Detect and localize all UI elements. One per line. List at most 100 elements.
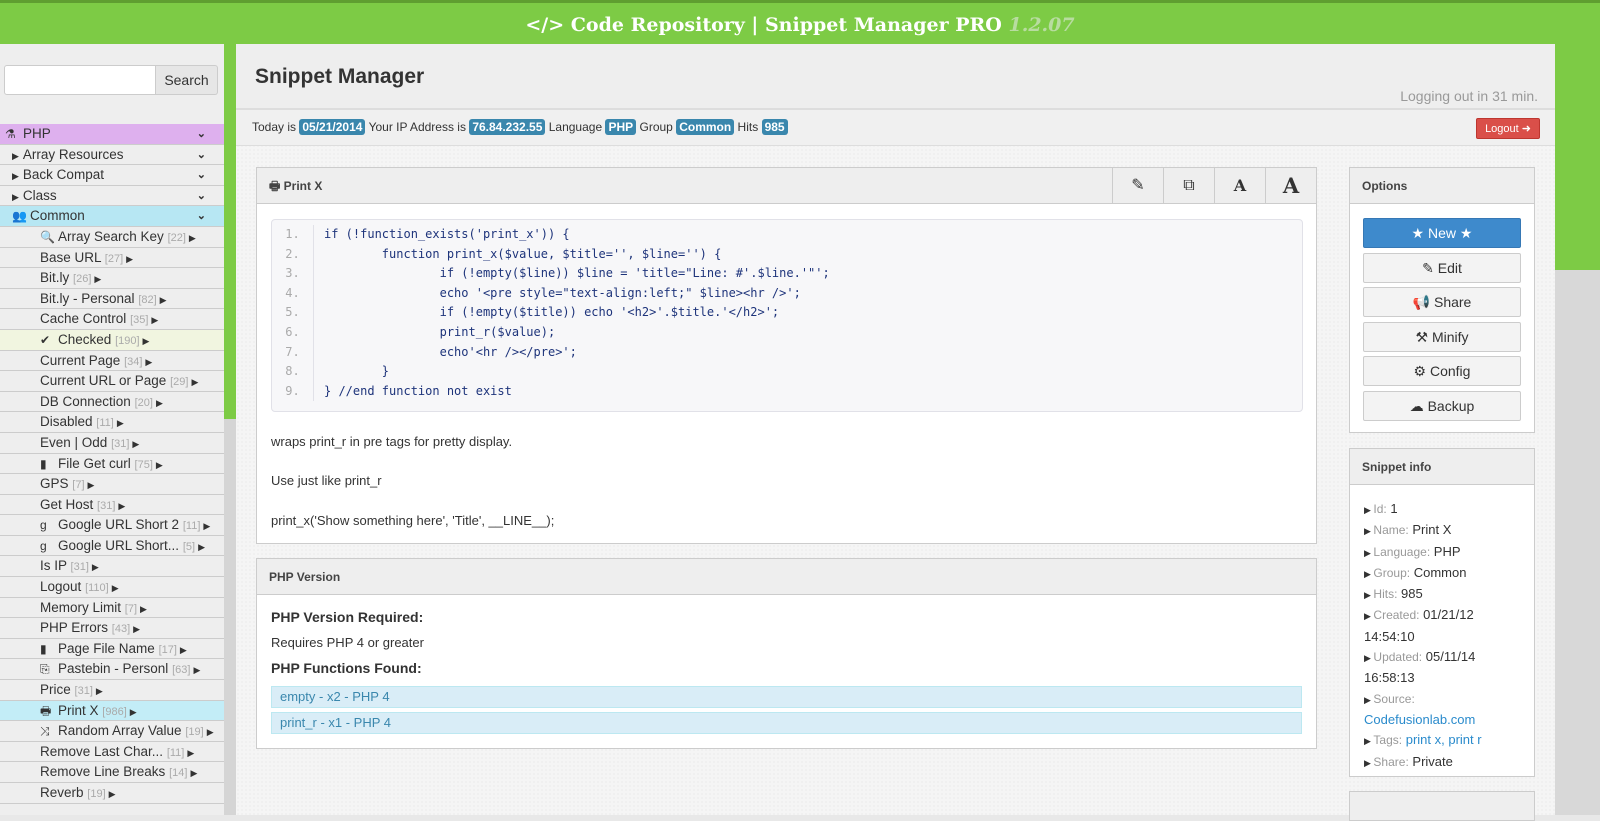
- info-key: Tags:: [1373, 733, 1403, 748]
- sidebar-item[interactable]: Even | Odd [31] ▶: [0, 432, 224, 454]
- sidebar-item[interactable]: Reverb [19] ▶: [0, 783, 224, 804]
- font-larger-icon[interactable]: A: [1265, 168, 1316, 204]
- sidebar-item[interactable]: GPS [7] ▶: [0, 474, 224, 495]
- search-button[interactable]: Search: [156, 65, 218, 95]
- sidebar-item[interactable]: Is IP [31] ▶: [0, 556, 224, 578]
- font-smaller-icon[interactable]: A: [1214, 168, 1265, 204]
- sidebar-item[interactable]: ⎘ Pastebin - Personl [63] ▶: [0, 659, 224, 681]
- option-button-config[interactable]: ⚙ Config: [1363, 356, 1521, 386]
- sidebar-item[interactable]: 🔍 Array Search Key [22] ▶: [0, 226, 224, 248]
- sidebar-item[interactable]: ✔ Checked [190] ▶: [0, 329, 224, 351]
- info-row: ▶ Language: PHP: [1364, 542, 1520, 563]
- edit-pencil-icon[interactable]: ✎: [1112, 168, 1163, 204]
- chevron-down-icon[interactable]: ⌄: [197, 165, 206, 185]
- option-button-backup[interactable]: ☁ Backup: [1363, 390, 1521, 421]
- caret-right-icon: ▶: [1364, 547, 1374, 558]
- panel-title: PHP Version: [257, 559, 1316, 595]
- option-button-edit[interactable]: ✎ Edit: [1363, 252, 1521, 283]
- sidebar-item[interactable]: Memory Limit [7] ▶: [0, 597, 224, 619]
- sidebar-item[interactable]: ▶ Array Resources ⌄: [0, 144, 224, 166]
- sidebar-item[interactable]: Bit.ly - Personal [82] ▶: [0, 288, 224, 310]
- sidebar-item-count: [11]: [182, 520, 201, 533]
- chevron-down-icon[interactable]: ⌄: [197, 145, 206, 165]
- sidebar-item-icon: ▮: [40, 641, 47, 656]
- sidebar-item[interactable]: Remove Line Breaks [14] ▶: [0, 762, 224, 783]
- copy-icon[interactable]: ⧉: [1163, 168, 1214, 204]
- info-row: ▶ Hits: 985: [1364, 584, 1520, 605]
- search-input[interactable]: [4, 65, 156, 95]
- sidebar-item[interactable]: Base URL [27] ▶: [0, 247, 224, 269]
- sidebar-item-count: [82]: [138, 293, 157, 306]
- chevron-down-icon[interactable]: ⌄: [197, 186, 206, 206]
- sidebar-item[interactable]: ▶ Back Compat ⌄: [0, 165, 224, 186]
- page-scrollbar[interactable]: [1555, 270, 1600, 815]
- date-badge: 05/21/2014: [299, 119, 366, 135]
- code-text: function print_x($value, $title='', $lin…: [324, 246, 722, 261]
- sidebar-item[interactable]: Logout [110] ▶: [0, 577, 224, 598]
- sidebar-item[interactable]: ▮ File Get curl [75] ▶: [0, 453, 224, 475]
- chevron-down-icon[interactable]: ⌄: [197, 124, 206, 144]
- option-button-new[interactable]: ★ New ★: [1363, 218, 1521, 248]
- sidebar-item-label: Checked: [58, 331, 112, 347]
- button-label: Share: [1433, 294, 1472, 310]
- sidebar-item-count: [75]: [134, 458, 153, 471]
- line-number: 7.: [272, 342, 314, 363]
- sidebar-item-icon: ▮: [40, 456, 47, 471]
- sidebar-item[interactable]: ▶ Class ⌄: [0, 185, 224, 207]
- caret-right-icon: ▶: [111, 583, 119, 594]
- sidebar-item[interactable]: DB Connection [20] ▶: [0, 391, 224, 413]
- share-icon: 📢: [1412, 294, 1434, 310]
- sidebar-item[interactable]: Get Host [31] ▶: [0, 494, 224, 516]
- sidebar-item[interactable]: ⚗ PHP ⌄: [0, 124, 224, 145]
- printer-icon: 🖶: [269, 179, 284, 193]
- label: Group: [639, 120, 673, 134]
- sidebar-item[interactable]: g Google URL Short... [5] ▶: [0, 535, 224, 557]
- sidebar-item[interactable]: g Google URL Short 2 [11] ▶: [0, 515, 224, 536]
- sidebar-item[interactable]: Current URL or Page [29] ▶: [0, 371, 224, 392]
- sidebar-item[interactable]: ▮ Page File Name [17] ▶: [0, 638, 224, 660]
- option-button-minify[interactable]: ⚒ Minify: [1363, 321, 1521, 352]
- info-row: ▶ Updated: 05/11/14 16:58:13: [1364, 647, 1520, 689]
- info-key: Group:: [1373, 565, 1411, 580]
- caret-right-icon: ▶: [1364, 526, 1374, 537]
- info-value[interactable]: Codefusionlab.com: [1364, 712, 1475, 727]
- caret-right-icon: ▶: [118, 500, 126, 511]
- info-value[interactable]: print x, print r: [1406, 732, 1482, 747]
- sidebar-item-label: Remove Line Breaks: [40, 764, 166, 780]
- info-key: Hits:: [1373, 587, 1398, 602]
- sidebar-item[interactable]: PHP Errors [43] ▶: [0, 618, 224, 639]
- sidebar-item[interactable]: Cache Control [35] ▶: [0, 309, 224, 330]
- sidebar-item[interactable]: 🖶 Print X [986] ▶: [0, 700, 224, 722]
- function-item: empty - x2 - PHP 4: [271, 686, 1302, 708]
- line-number: 1.: [272, 225, 314, 245]
- caret-right-icon: ▶: [116, 418, 124, 429]
- logout-button[interactable]: Logout ➜: [1476, 118, 1540, 139]
- snippet-description: wraps print_r in pre tags for pretty dis…: [271, 434, 513, 449]
- page-title: Snippet Manager: [255, 65, 425, 88]
- main-content: Snippet Manager Logging out in 31 min. To…: [236, 44, 1555, 821]
- sidebar-item[interactable]: Remove Last Char... [11] ▶: [0, 741, 224, 763]
- sidebar-item[interactable]: Price [31] ▶: [0, 680, 224, 701]
- sidebar-item-count: [34]: [124, 355, 143, 368]
- option-button-share[interactable]: 📢 Share: [1363, 287, 1521, 317]
- sidebar-item[interactable]: Disabled [11] ▶: [0, 412, 224, 433]
- code-line: 1. if (!function_exists('print_x')) {: [272, 225, 1302, 245]
- sidebar-item-count: [35]: [130, 314, 149, 327]
- sidebar-scrollbar[interactable]: [224, 419, 236, 815]
- sidebar-item[interactable]: ⤨ Random Array Value [19] ▶: [0, 721, 224, 742]
- sidebar-item-count: [20]: [134, 396, 153, 409]
- sidebar-item-count: [31]: [97, 499, 116, 512]
- chevron-down-icon[interactable]: ⌄: [197, 206, 206, 226]
- star-icon: ★: [1456, 225, 1473, 241]
- sidebar-item[interactable]: 👥 Common ⌄: [0, 206, 224, 227]
- sidebar-item-count: [31]: [111, 437, 130, 450]
- info-value: Private: [1412, 753, 1453, 769]
- sidebar-item[interactable]: Current Page [34] ▶: [0, 350, 224, 372]
- sidebar-item-icon: g: [40, 538, 47, 553]
- caret-right-icon: ▶: [188, 232, 196, 243]
- sidebar-item-count: [19]: [87, 788, 106, 800]
- code-block[interactable]: 1. if (!function_exists('print_x')) {2. f…: [271, 219, 1303, 412]
- sidebar-item[interactable]: Bit.ly [26] ▶: [0, 268, 224, 289]
- info-key: Language:: [1373, 544, 1431, 559]
- info-row: ▶ Group: Common: [1364, 563, 1520, 584]
